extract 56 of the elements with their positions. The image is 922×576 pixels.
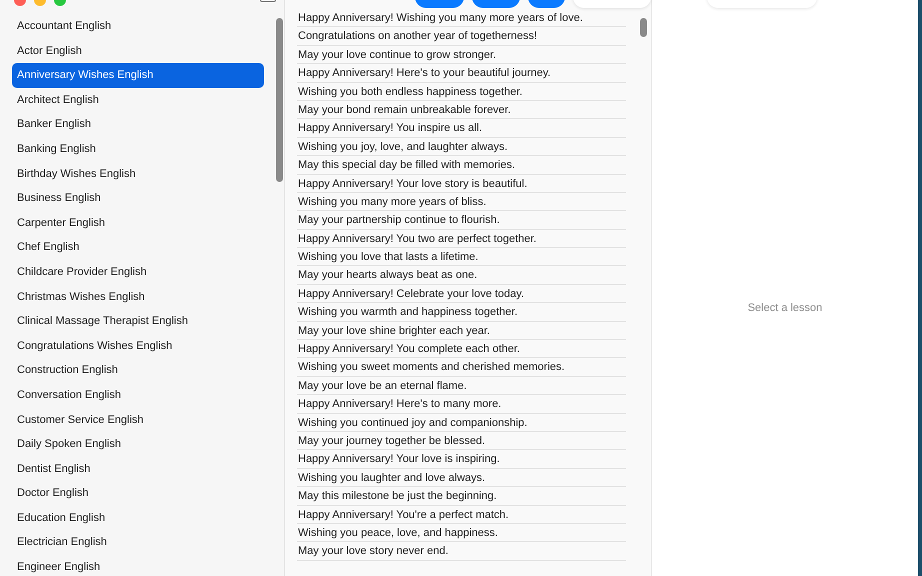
lesson-item[interactable]: May your love shine brighter each year. (297, 322, 626, 340)
sidebar-item[interactable]: Engineer English (12, 555, 264, 576)
lesson-item[interactable]: May this milestone be just the beginning. (297, 487, 626, 506)
lesson-item[interactable]: Wishing you warmth and happiness together. (297, 303, 626, 322)
lesson-item[interactable]: Wishing you sweet moments and cherished memories. (297, 358, 626, 377)
scrollbar-thumb[interactable] (640, 18, 647, 37)
lesson-item[interactable]: Happy Anniversary! Your love story is beautiful. (297, 174, 626, 193)
lesson-item[interactable]: Wishing you joy, love, and laughter always. (297, 138, 626, 156)
sidebar-item[interactable]: Childcare Provider English (12, 260, 264, 285)
lesson-item[interactable]: May your hearts always beat as one. (297, 266, 626, 285)
sidebar-item[interactable]: Conversation English (12, 382, 264, 408)
lesson-item[interactable]: Happy Anniversary! You two are perfect together. (297, 230, 626, 248)
sidebar-item[interactable]: Clinical Massage Therapist English (12, 309, 264, 334)
lesson-item[interactable]: Happy Anniversary! You're a perfect match. (297, 506, 626, 524)
empty-state-text: Select a lesson (748, 302, 822, 314)
sidebar-item[interactable]: Christmas Wishes English (12, 284, 264, 310)
sidebar-item[interactable]: Birthday Wishes English (12, 162, 264, 186)
lesson-item[interactable]: Happy Anniversary! Celebrate your love today. (297, 284, 626, 304)
lesson-item[interactable]: Happy Anniversary! Here's to many more. (297, 395, 626, 414)
lesson-item[interactable]: Wishing you peace, love, and happiness. (297, 524, 626, 542)
lesson-item[interactable]: May your love story never end. (297, 542, 626, 561)
lesson-item[interactable]: May your love continue to grow stronger. (297, 46, 626, 64)
sidebar-item[interactable]: Banker English (12, 112, 264, 137)
lesson-item[interactable]: Happy Anniversary! Wishing you many more years of love. (297, 9, 626, 28)
sidebar-item[interactable]: Construction English (12, 358, 264, 383)
lesson-item[interactable]: Wishing you continued joy and companionship. (297, 414, 626, 432)
lesson-item[interactable]: Wishing you laughter and love always. (297, 468, 626, 488)
lesson-item[interactable]: Happy Anniversary! Here's to your beautiful journey. (297, 64, 626, 83)
sidebar-item[interactable]: Daily Spoken English (12, 432, 264, 457)
sidebar-item[interactable]: Accountant English (12, 14, 264, 39)
sidebar-item[interactable]: Carpenter English (12, 210, 264, 236)
lesson-item[interactable]: Congratulations on another year of togetherness! (297, 27, 626, 46)
sidebar-item[interactable]: Banking English (12, 136, 264, 162)
sidebar-item[interactable]: Anniversary Wishes English (12, 63, 264, 88)
lesson-item[interactable]: May your love be an eternal flame. (297, 376, 626, 396)
lesson-item[interactable]: Happy Anniversary! You inspire us all. (297, 119, 626, 138)
lesson-item[interactable]: Wishing you love that lasts a lifetime. (297, 248, 626, 266)
sidebar-item[interactable]: Doctor English (12, 481, 264, 506)
lesson-item[interactable]: Happy Anniversary! Your love is inspiring. (297, 450, 626, 469)
sidebar-item[interactable]: Congratulations Wishes English (12, 334, 264, 358)
lesson-item[interactable]: Wishing you both endless happiness together. (297, 82, 626, 101)
lesson-item[interactable]: May your bond remain unbreakable forever. (297, 100, 626, 120)
sidebar-item[interactable]: Chef English (12, 235, 264, 260)
lesson-item[interactable]: May your journey together be blessed. (297, 432, 626, 450)
sidebar-item[interactable]: Dentist English (12, 456, 264, 482)
sidebar-item[interactable]: Actor English (12, 38, 264, 64)
sidebar-item[interactable]: Customer Service English (12, 408, 264, 432)
lesson-item[interactable]: Wishing you many more years of bliss. (297, 192, 626, 212)
sidebar-item[interactable]: Electrician English (12, 530, 264, 556)
sidebar-item[interactable]: Business English (12, 186, 264, 211)
sidebar-item[interactable]: Architect English (12, 88, 264, 112)
lesson-item[interactable]: May this special day be filled with memories. (297, 156, 626, 175)
scrollbar-thumb[interactable] (276, 18, 283, 182)
lesson-item[interactable]: May your partnership continue to flourish. (297, 211, 626, 230)
sidebar-item[interactable]: Education English (12, 506, 264, 530)
lesson-item[interactable]: Happy Anniversary! You complete each other. (297, 340, 626, 358)
